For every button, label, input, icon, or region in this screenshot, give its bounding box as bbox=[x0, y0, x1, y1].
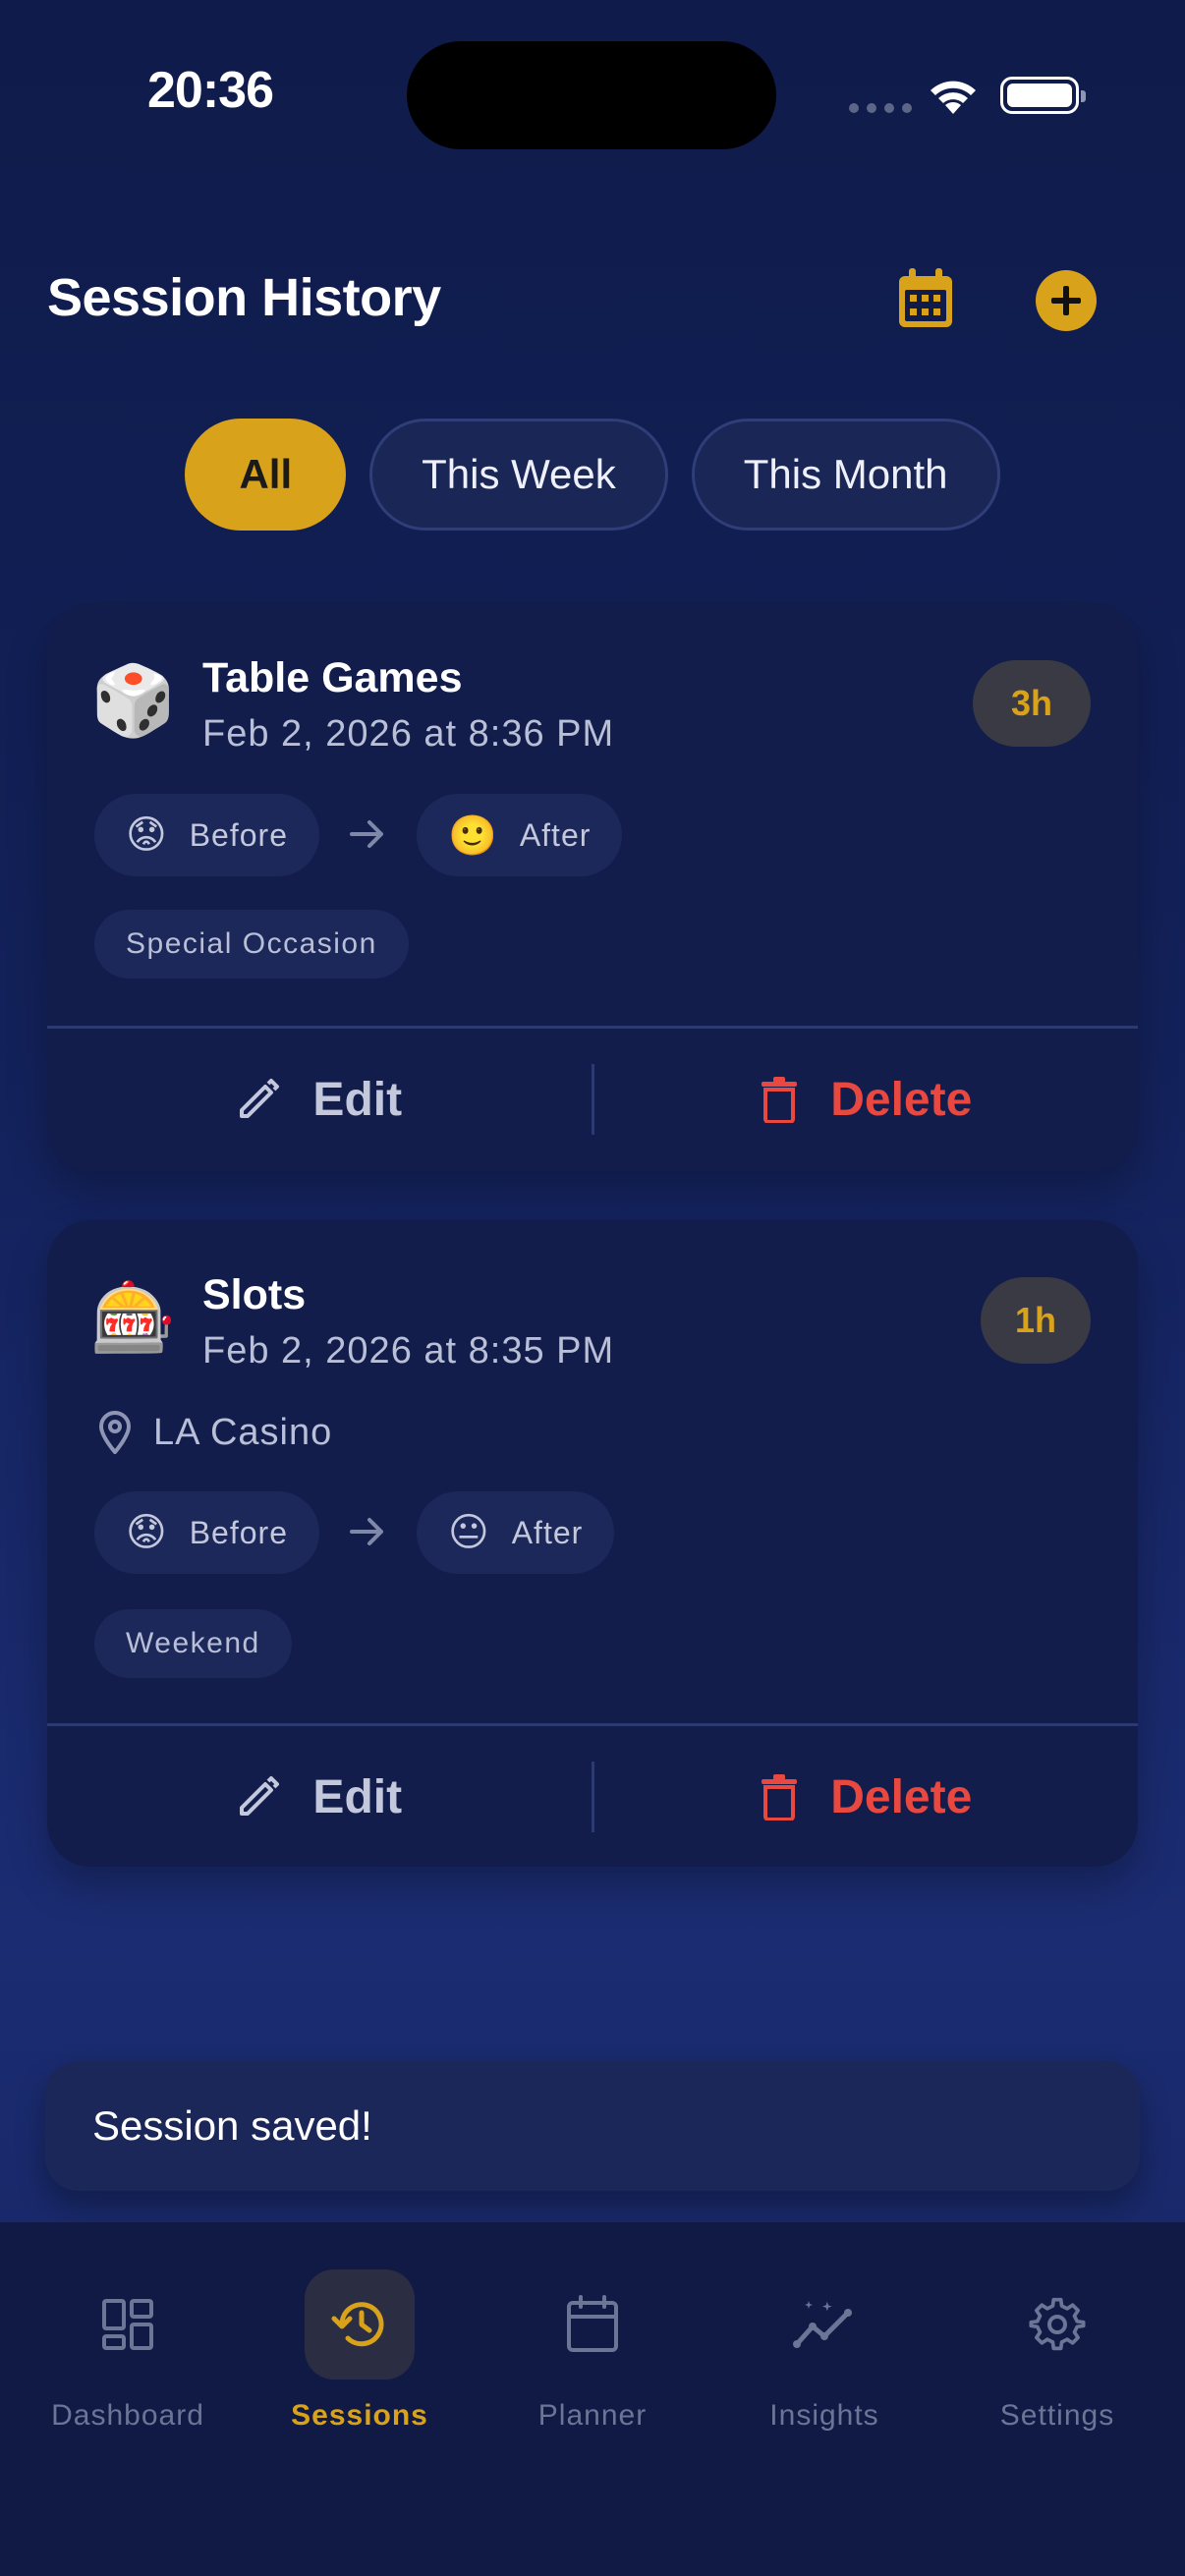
arrow-right-icon bbox=[350, 1518, 383, 1545]
delete-button[interactable]: Delete bbox=[594, 1770, 1139, 1824]
mood-after: 🙂 After bbox=[417, 794, 623, 876]
edit-button[interactable]: Edit bbox=[47, 1073, 592, 1127]
mood-before: 😟 Before bbox=[94, 1491, 319, 1574]
bottom-nav: Dashboard Sessions Planner Insights Sett… bbox=[0, 2222, 1185, 2576]
nav-label: Dashboard bbox=[51, 2399, 204, 2432]
mood-before-label: Before bbox=[189, 816, 288, 853]
mood-after-label: After bbox=[519, 816, 592, 853]
filter-bar: All This Week This Month bbox=[0, 419, 1185, 531]
smile-face-icon: 🙂 bbox=[448, 813, 498, 858]
calendar-button[interactable] bbox=[894, 267, 957, 330]
nav-dashboard[interactable]: Dashboard bbox=[20, 2269, 236, 2433]
nav-insights[interactable]: Insights bbox=[716, 2269, 932, 2433]
edit-label: Edit bbox=[312, 1073, 403, 1126]
session-title: Slots bbox=[202, 1271, 307, 1318]
nav-label: Settings bbox=[999, 2399, 1115, 2432]
mood-after: 😐 After bbox=[417, 1491, 615, 1574]
arrow-right-icon bbox=[350, 820, 383, 848]
calendar-icon bbox=[537, 2269, 648, 2380]
dashboard-icon bbox=[73, 2269, 183, 2380]
add-session-button[interactable] bbox=[1036, 270, 1097, 331]
duration-badge: 1h bbox=[981, 1277, 1091, 1364]
session-title: Table Games bbox=[202, 654, 463, 701]
worried-face-icon: 😟 bbox=[126, 1511, 168, 1554]
calendar-icon bbox=[899, 268, 952, 327]
session-card[interactable]: 🎲 Table Games Feb 2, 2026 at 8:36 PM 3h … bbox=[47, 603, 1138, 1171]
session-card[interactable]: 🎰 Slots Feb 2, 2026 at 8:35 PM 1h LA Cas… bbox=[47, 1220, 1138, 1867]
filter-this-week[interactable]: This Week bbox=[369, 419, 668, 531]
nav-label: Planner bbox=[537, 2399, 648, 2432]
filter-all[interactable]: All bbox=[185, 419, 347, 531]
neutral-face-icon: 😐 bbox=[448, 1511, 490, 1554]
battery-icon bbox=[1000, 77, 1086, 114]
location-label: LA Casino bbox=[153, 1411, 333, 1453]
gear-icon bbox=[1002, 2269, 1112, 2380]
card-actions: Edit Delete bbox=[47, 1028, 1138, 1171]
delete-label: Delete bbox=[830, 1770, 973, 1823]
edit-button[interactable]: Edit bbox=[47, 1770, 592, 1824]
nav-sessions[interactable]: Sessions bbox=[252, 2269, 468, 2433]
duration-badge: 3h bbox=[973, 660, 1091, 747]
pencil-icon bbox=[240, 1776, 280, 1816]
nav-label: Insights bbox=[769, 2399, 879, 2432]
status-time: 20:36 bbox=[147, 62, 274, 119]
toast-message: Session saved! bbox=[45, 2061, 1140, 2191]
card-actions: Edit Delete bbox=[47, 1725, 1138, 1869]
worried-face-icon: 😟 bbox=[126, 813, 168, 857]
trash-icon bbox=[762, 1077, 798, 1123]
session-date: Feb 2, 2026 at 8:35 PM bbox=[202, 1330, 615, 1372]
nav-settings[interactable]: Settings bbox=[949, 2269, 1165, 2433]
history-icon bbox=[305, 2269, 415, 2380]
mood-after-label: After bbox=[511, 1514, 584, 1550]
session-tag: Special Occasion bbox=[94, 910, 409, 979]
session-location: LA Casino bbox=[98, 1411, 332, 1454]
mood-before-label: Before bbox=[189, 1514, 288, 1550]
cellular-signal-icon bbox=[849, 103, 912, 113]
plus-icon bbox=[1051, 286, 1081, 315]
session-date: Feb 2, 2026 at 8:36 PM bbox=[202, 713, 615, 755]
mood-before: 😟 Before bbox=[94, 794, 319, 876]
nav-label: Sessions bbox=[291, 2399, 428, 2432]
page-title: Session History bbox=[47, 268, 441, 327]
dynamic-island bbox=[407, 41, 776, 149]
dice-icon: 🎲 bbox=[90, 662, 177, 739]
trash-icon bbox=[762, 1774, 798, 1820]
wifi-icon bbox=[931, 81, 976, 114]
filter-this-month[interactable]: This Month bbox=[691, 419, 1000, 531]
delete-button[interactable]: Delete bbox=[594, 1073, 1139, 1127]
session-tag: Weekend bbox=[94, 1609, 292, 1678]
slot-machine-icon: 🎰 bbox=[90, 1279, 177, 1356]
pencil-icon bbox=[240, 1079, 280, 1118]
delete-label: Delete bbox=[830, 1073, 973, 1126]
nav-planner[interactable]: Planner bbox=[484, 2269, 701, 2433]
location-pin-icon bbox=[98, 1411, 132, 1454]
insights-icon bbox=[769, 2269, 879, 2380]
edit-label: Edit bbox=[312, 1770, 403, 1823]
